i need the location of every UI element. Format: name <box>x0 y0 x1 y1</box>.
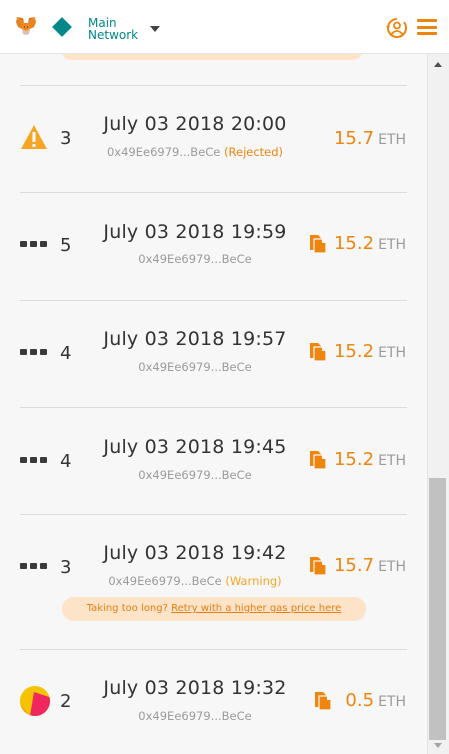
address-text: 0x49Ee6979...BeCe <box>138 252 252 266</box>
transaction-row[interactable]: 5 July 03 2018 19:59 0x49Ee6979...BeCe 1… <box>0 193 426 300</box>
amount-value: 15.7 <box>333 128 375 149</box>
transaction-amount: 15.7 ETH <box>308 555 406 576</box>
address-text: 0x49Ee6979...BeCe <box>138 360 252 374</box>
copy-icon[interactable] <box>308 342 328 362</box>
transaction-address[interactable]: 0x49Ee6979...BeCe (Warning) <box>0 574 390 588</box>
scroll-up-arrow-icon[interactable] <box>434 62 442 67</box>
transaction-list[interactable]: 3 July 03 2018 20:00 0x49Ee6979...BeCe (… <box>0 54 426 754</box>
transaction-row[interactable]: 4 July 03 2018 19:57 0x49Ee6979...BeCe 1… <box>0 301 426 407</box>
amount-unit: ETH <box>378 694 406 710</box>
transaction-date: July 03 2018 20:00 <box>103 113 287 135</box>
amount-unit: ETH <box>378 345 406 361</box>
transaction-row[interactable]: 2 July 03 2018 19:32 0x49Ee6979...BeCe 0… <box>0 650 426 754</box>
amount-value: 0.5 <box>345 690 375 711</box>
status-tag-rejected: (Rejected) <box>224 145 284 159</box>
amount-unit: ETH <box>378 132 406 148</box>
copy-icon[interactable] <box>308 450 328 470</box>
amount-value: 15.7 <box>333 555 375 576</box>
copy-icon[interactable] <box>308 234 328 254</box>
amount-value: 15.2 <box>333 449 375 470</box>
app-header: Main Network <box>0 0 449 54</box>
transaction-address[interactable]: 0x49Ee6979...BeCe (Rejected) <box>0 145 390 159</box>
retry-gas-banner: Taking too long? Retry with a higher gas… <box>62 597 366 621</box>
retry-gas-link[interactable]: Retry with a higher gas price here <box>171 603 341 614</box>
transaction-amount: 15.7 ETH <box>334 128 406 149</box>
transaction-amount: 0.5 ETH <box>313 690 406 711</box>
transaction-address[interactable]: 0x49Ee6979...BeCe <box>0 252 390 266</box>
copy-icon[interactable] <box>308 556 328 576</box>
amount-unit: ETH <box>378 237 406 253</box>
amount-unit: ETH <box>378 453 406 469</box>
amount-value: 15.2 <box>333 233 375 254</box>
scrollbar-thumb[interactable] <box>429 478 446 740</box>
scroll-down-arrow-icon[interactable] <box>434 743 442 748</box>
transaction-address[interactable]: 0x49Ee6979...BeCe <box>0 709 390 723</box>
transaction-address[interactable]: 0x49Ee6979...BeCe <box>0 468 390 482</box>
transaction-amount: 15.2 ETH <box>308 449 406 470</box>
gas-banner-text: Taking too long? <box>86 603 172 614</box>
status-tag-warning: (Warning) <box>225 574 282 588</box>
account-switch-icon[interactable] <box>385 17 409 39</box>
amount-value: 15.2 <box>333 341 375 362</box>
metamask-fox-icon[interactable] <box>14 14 38 38</box>
chevron-down-icon[interactable] <box>150 26 160 32</box>
copy-icon[interactable] <box>313 691 333 711</box>
address-text: 0x49Ee6979...BeCe <box>108 574 222 588</box>
address-text: 0x49Ee6979...BeCe <box>138 709 252 723</box>
amount-unit: ETH <box>378 559 406 575</box>
network-name-line2: Network <box>88 28 139 42</box>
transaction-row[interactable]: 3 July 03 2018 20:00 0x49Ee6979...BeCe (… <box>0 86 426 192</box>
previous-notice-banner <box>62 54 362 60</box>
hamburger-menu-icon[interactable] <box>417 19 437 35</box>
network-indicator-icon[interactable] <box>52 17 72 37</box>
scrollbar[interactable] <box>427 54 449 754</box>
network-selector[interactable]: Main Network <box>88 17 138 41</box>
transaction-row[interactable]: 3 July 03 2018 19:42 0x49Ee6979...BeCe (… <box>0 515 426 649</box>
transaction-amount: 15.2 ETH <box>308 233 406 254</box>
address-text: 0x49Ee6979...BeCe <box>138 468 252 482</box>
transaction-address[interactable]: 0x49Ee6979...BeCe <box>0 360 390 374</box>
transaction-amount: 15.2 ETH <box>308 341 406 362</box>
transaction-row[interactable]: 4 July 03 2018 19:45 0x49Ee6979...BeCe 1… <box>0 408 426 514</box>
address-text: 0x49Ee6979...BeCe <box>106 145 221 159</box>
